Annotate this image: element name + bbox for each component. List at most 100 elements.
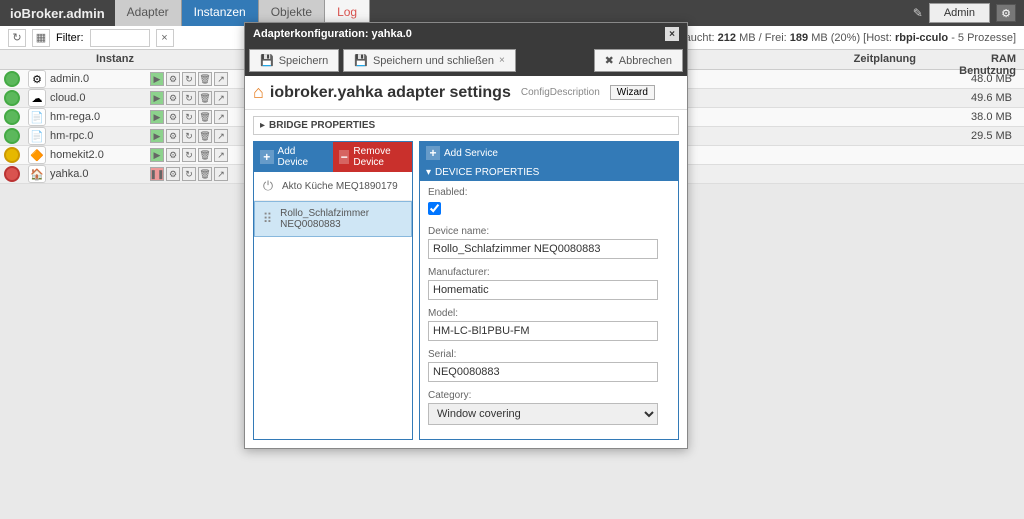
device-icon: ⏻ — [260, 178, 276, 194]
ram-value: 49.6 MB — [934, 92, 1024, 104]
reload-button[interactable]: ↻ — [182, 91, 196, 105]
settings-heading: iobroker.yahka adapter settings — [270, 84, 511, 102]
device-label: Akto Küche MEQ1890179 — [282, 181, 398, 192]
filter-input[interactable] — [90, 29, 150, 47]
manufacturer-label: Manufacturer: — [428, 267, 670, 278]
admin-button[interactable]: Admin — [929, 3, 990, 23]
delete-button[interactable]: 🗑 — [198, 110, 212, 124]
device-list: ⏻ Akto Küche MEQ1890179 ⠿Rollo_Schlafzimme… — [254, 172, 412, 237]
link-button[interactable]: ↗ — [214, 72, 228, 86]
chevron-down-icon: ▾ — [426, 167, 431, 178]
instance-name: hm-rega.0 — [50, 111, 150, 123]
delete-button[interactable]: 🗑 — [198, 167, 212, 181]
serial-field[interactable] — [428, 362, 658, 382]
state-icon — [4, 128, 20, 144]
settings-button[interactable]: ⚙ — [996, 4, 1016, 22]
refresh-icon[interactable]: ↻ — [8, 29, 26, 47]
category-label: Category: — [428, 390, 670, 401]
adapter-icon: 📄 — [28, 127, 46, 145]
col-instanz: Instanz — [0, 50, 230, 69]
wizard-button[interactable]: Wizard — [610, 85, 655, 100]
enabled-label: Enabled: — [428, 187, 670, 198]
config-button[interactable]: ⚙ — [166, 148, 180, 162]
ram-value: 29.5 MB — [934, 130, 1024, 142]
device-properties-bar[interactable]: ▾ DEVICE PROPERTIES — [420, 164, 678, 181]
dialog-toolbar: 💾Speichern 💾Speichern und schließen× ✖Ab… — [245, 45, 687, 76]
reload-button[interactable]: ↻ — [182, 167, 196, 181]
toggle-button[interactable]: ▶ — [150, 148, 164, 162]
device-properties-form: Enabled: Device name: Manufacturer: Mode… — [420, 181, 678, 439]
config-button[interactable]: ⚙ — [166, 91, 180, 105]
toggle-button[interactable]: ▶ — [150, 72, 164, 86]
adapter-icon: 🔶 — [28, 146, 46, 164]
instance-name: admin.0 — [50, 73, 150, 85]
toggle-button[interactable]: ❚❚ — [150, 167, 164, 181]
model-field[interactable] — [428, 321, 658, 341]
state-icon — [4, 147, 20, 163]
col-zeit: Zeitplanung — [824, 50, 924, 69]
remove-device-button[interactable]: −Remove Device — [333, 142, 412, 172]
device-panel: +Add Device −Remove Device ⏻ Akto Küche M… — [253, 141, 413, 440]
state-icon — [4, 90, 20, 106]
state-icon — [4, 71, 20, 87]
reload-button[interactable]: ↻ — [182, 72, 196, 86]
chevron-right-icon: ▸ — [260, 120, 265, 131]
delete-button[interactable]: 🗑 — [198, 91, 212, 105]
save-close-button[interactable]: 💾Speichern und schließen× — [343, 49, 516, 72]
cancel-button[interactable]: ✖Abbrechen — [594, 49, 683, 72]
serial-label: Serial: — [428, 349, 670, 360]
toggle-button[interactable]: ▶ — [150, 110, 164, 124]
config-button[interactable]: ⚙ — [166, 110, 180, 124]
device-item[interactable]: ⏻ Akto Küche MEQ1890179 — [254, 172, 412, 201]
link-button[interactable]: ↗ — [214, 110, 228, 124]
state-icon — [4, 166, 20, 182]
adapter-icon: 📄 — [28, 108, 46, 126]
clear-filter-icon[interactable]: × — [156, 29, 174, 47]
config-dialog: Adapterkonfiguration: yahka.0 × 💾Speiche… — [244, 22, 688, 449]
house-icon: ⌂ — [253, 82, 264, 103]
model-label: Model: — [428, 308, 670, 319]
link-button[interactable]: ↗ — [214, 129, 228, 143]
config-button[interactable]: ⚙ — [166, 167, 180, 181]
enabled-checkbox[interactable] — [428, 202, 441, 215]
delete-button[interactable]: 🗑 — [198, 72, 212, 86]
delete-button[interactable]: 🗑 — [198, 129, 212, 143]
config-button[interactable]: ⚙ — [166, 129, 180, 143]
add-service-button[interactable]: +Add Service — [420, 142, 678, 164]
config-description: ConfigDescription — [521, 87, 600, 98]
instance-name: homekit2.0 — [50, 149, 150, 161]
instance-name: hm-rpc.0 — [50, 130, 150, 142]
col-ram: RAM Benutzung — [924, 50, 1024, 69]
link-button[interactable]: ↗ — [214, 167, 228, 181]
bridge-properties-accordion[interactable]: ▸ BRIDGE PROPERTIES — [253, 116, 679, 135]
add-device-button[interactable]: +Add Device — [254, 142, 333, 172]
config-button[interactable]: ⚙ — [166, 72, 180, 86]
toggle-button[interactable]: ▶ — [150, 129, 164, 143]
reload-button[interactable]: ↻ — [182, 148, 196, 162]
grid-icon[interactable]: ▦ — [32, 29, 50, 47]
close-icon[interactable]: × — [665, 27, 679, 41]
toggle-button[interactable]: ▶ — [150, 91, 164, 105]
device-item[interactable]: ⠿Rollo_Schlafzimmer NEQ0080883 — [254, 201, 412, 237]
category-select[interactable]: Window covering — [428, 403, 658, 425]
save-button[interactable]: 💾Speichern — [249, 49, 339, 72]
devicename-field[interactable] — [428, 239, 658, 259]
reload-button[interactable]: ↻ — [182, 110, 196, 124]
reload-button[interactable]: ↻ — [182, 129, 196, 143]
link-button[interactable]: ↗ — [214, 91, 228, 105]
manufacturer-field[interactable] — [428, 280, 658, 300]
tab-adapter[interactable]: Adapter — [115, 0, 182, 26]
brand: ioBroker.admin — [0, 6, 115, 21]
delete-button[interactable]: 🗑 — [198, 148, 212, 162]
adapter-icon: 🏠 — [28, 165, 46, 183]
service-panel: +Add Service ▾ DEVICE PROPERTIES Enabled… — [419, 141, 679, 440]
instance-name: yahka.0 — [50, 168, 150, 180]
devicename-label: Device name: — [428, 226, 670, 237]
filter-label: Filter: — [56, 32, 84, 44]
device-icon: ⠿ — [261, 211, 274, 227]
dialog-titlebar[interactable]: Adapterkonfiguration: yahka.0 × — [245, 23, 687, 45]
edit-icon[interactable] — [913, 6, 923, 20]
ram-value: 48.0 MB — [934, 73, 1024, 85]
link-button[interactable]: ↗ — [214, 148, 228, 162]
adapter-icon: ⚙ — [28, 70, 46, 88]
